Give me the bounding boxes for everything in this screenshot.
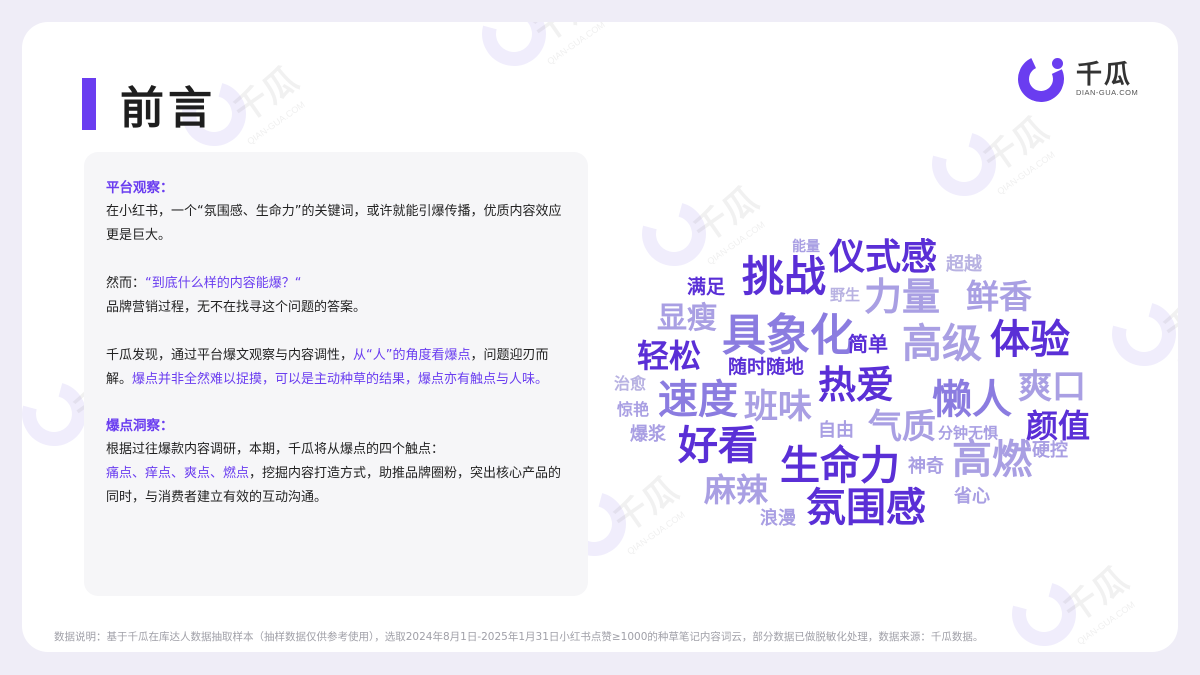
word-cloud-term: 麻辣 (704, 471, 769, 509)
word-cloud-term: 满足 (687, 276, 726, 298)
word-cloud-term: 省心 (954, 486, 990, 507)
word-cloud-term: 班味 (744, 387, 812, 427)
word-cloud-term: 鲜香 (966, 277, 1032, 316)
word-cloud-term: 速度 (658, 377, 738, 423)
word-cloud-term: 氛围感 (806, 485, 926, 531)
word-cloud-term: 生命力 (780, 443, 900, 489)
word-cloud-term: 爽口 (1018, 367, 1086, 407)
word-cloud-term: 随时随地 (728, 356, 805, 378)
word-cloud-term: 懒人 (932, 377, 1012, 423)
word-cloud-term: 神奇 (908, 456, 944, 477)
word-cloud-term: 浪漫 (760, 508, 796, 529)
word-cloud-term: 硬控 (1032, 440, 1068, 461)
word-cloud-term: 仪式感 (829, 237, 938, 278)
word-cloud-term: 具象化 (722, 310, 854, 361)
data-source-note: 数据说明：基于千瓜在库达人数据抽取样本（抽样数据仅供参考使用），选取2024年8… (54, 631, 984, 643)
word-cloud-term: 治愈 (614, 374, 647, 393)
word-cloud-term: 轻松 (637, 337, 702, 375)
word-cloud-term: 超越 (946, 254, 982, 275)
word-cloud-term: 力量 (864, 275, 941, 319)
word-cloud-term: 惊艳 (617, 400, 650, 419)
word-cloud-term: 热爱 (818, 363, 895, 407)
word-cloud-term: 高级 (902, 321, 982, 367)
slide-card: 千瓜 QIAN-GUA.COM 千瓜 QIAN-GUA.COM 千瓜 QIAN-… (22, 22, 1178, 652)
word-cloud-term: 挑战 (742, 252, 827, 301)
word-cloud-term: 显瘦 (657, 301, 717, 336)
word-cloud-term: 自由 (818, 420, 854, 441)
word-cloud-term: 颜值 (1026, 407, 1091, 445)
word-cloud-term: 简单 (848, 332, 888, 356)
word-cloud: 能量 仪式感 超越 满足 挑战 野生 力量 鲜香 显瘦 具象化 简单 高级 体验 轻松 随时随地 热爱 爽口 治愈… (22, 22, 1178, 652)
word-cloud-term: 野生 (830, 286, 861, 304)
word-cloud-term: 体验 (990, 317, 1070, 363)
word-cloud-term: 好看 (678, 423, 758, 469)
word-cloud-term: 气质 (868, 407, 936, 447)
word-cloud-term: 爆浆 (630, 424, 666, 445)
word-cloud-term: 高燃 (952, 437, 1032, 483)
